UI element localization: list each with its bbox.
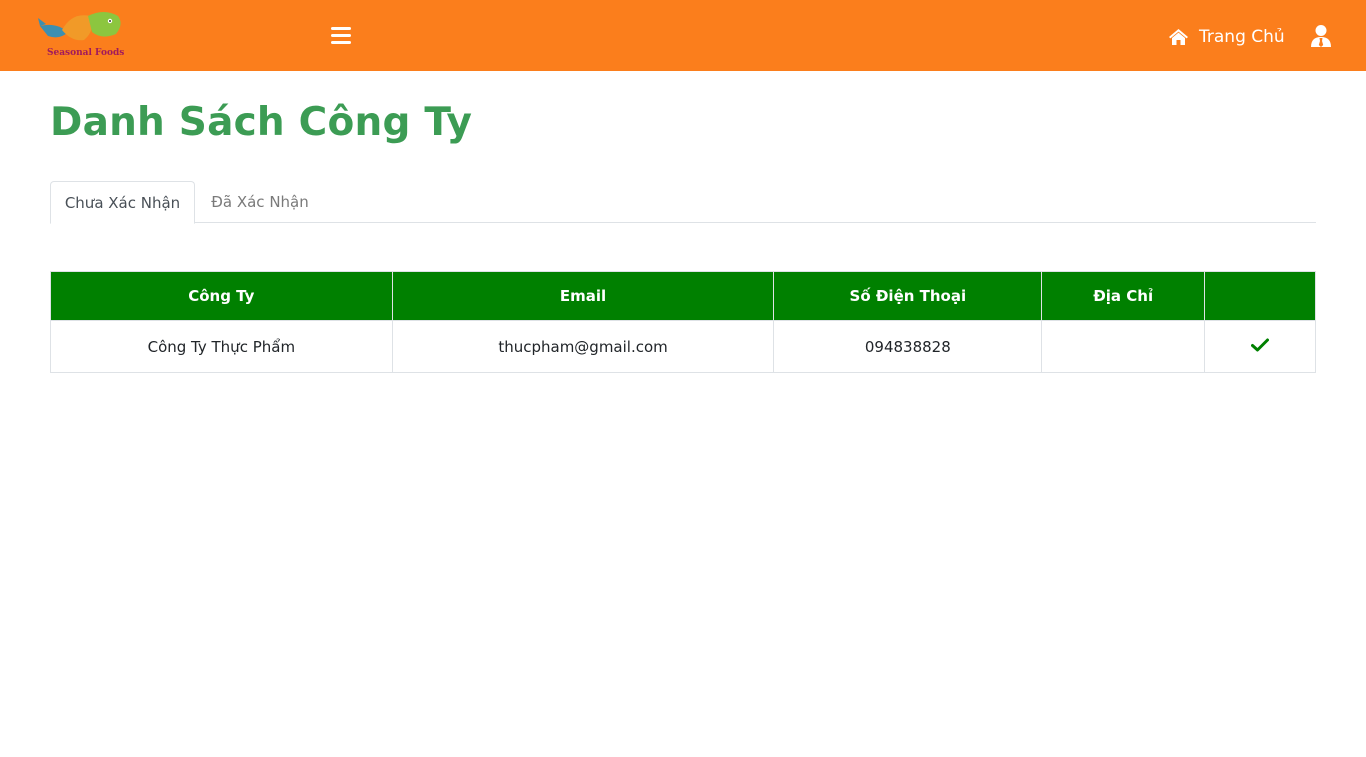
check-icon <box>1251 338 1270 352</box>
home-link[interactable]: Trang Chủ <box>1168 24 1285 50</box>
action-cell <box>1204 320 1316 373</box>
home-label: Trang Chủ <box>1199 27 1285 47</box>
hamburger-menu-icon <box>331 27 351 44</box>
phone-cell: 094838828 <box>773 320 1043 373</box>
page-title: Danh Sách Công Ty <box>50 100 473 145</box>
column-header-address: Địa Chỉ <box>1041 271 1206 321</box>
menu-toggle-button[interactable] <box>329 25 353 47</box>
company-table: Công Ty Email Số Điện Thoại Địa Chỉ Công… <box>50 271 1316 373</box>
email-cell: thucpham@gmail.com <box>391 320 775 373</box>
column-header-phone: Số Điện Thoại <box>773 271 1043 321</box>
column-header-email: Email <box>391 271 775 321</box>
column-header-company: Công Ty <box>50 271 393 321</box>
user-menu-button[interactable] <box>1310 24 1332 48</box>
status-tabs: Chưa Xác Nhận Đã Xác Nhận <box>50 181 1316 224</box>
home-icon <box>1169 29 1188 45</box>
table-header-row: Công Ty Email Số Điện Thoại Địa Chỉ <box>50 271 1316 321</box>
brand-logo[interactable]: Seasonal Foods <box>38 10 128 62</box>
fish-logo-icon <box>38 12 121 41</box>
confirm-button[interactable] <box>1251 338 1270 356</box>
table-row: Công Ty Thực Phẩm thucpham@gmail.com 094… <box>50 320 1316 373</box>
brand-text: Seasonal Foods <box>47 48 125 58</box>
address-cell <box>1041 320 1206 373</box>
user-icon <box>1311 25 1331 47</box>
tab-confirmed[interactable]: Đã Xác Nhận <box>196 181 324 223</box>
top-navbar: Seasonal Foods Trang Chủ <box>0 0 1366 71</box>
column-header-action <box>1204 271 1316 321</box>
tab-unconfirmed[interactable]: Chưa Xác Nhận <box>50 181 195 224</box>
company-cell: Công Ty Thực Phẩm <box>50 320 393 373</box>
